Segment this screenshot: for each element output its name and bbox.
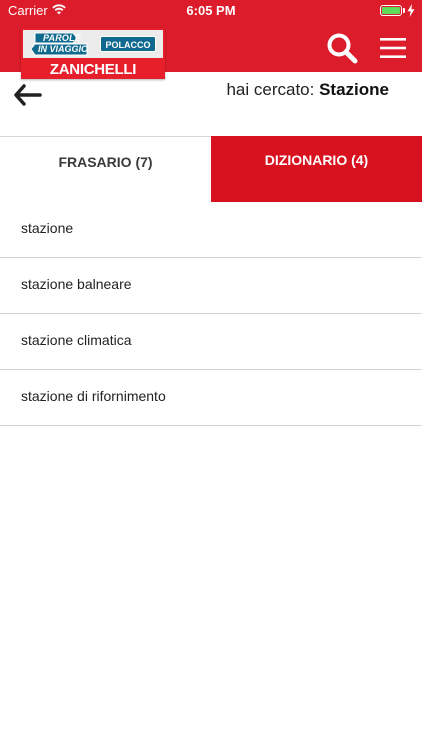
road-sign-logo-shape: PAROLE IN VIAGGIO [29, 32, 92, 57]
results-list: stazione stazione balneare stazione clim… [0, 202, 422, 426]
app-logo[interactable]: PAROLE IN VIAGGIO POLACCO ZANICHELLI [21, 28, 165, 79]
list-item[interactable]: stazione di rifornimento [0, 370, 422, 426]
list-item[interactable]: stazione balneare [0, 258, 422, 314]
arrow-left-icon[interactable] [14, 84, 42, 106]
tab-bar: FRASARIO (7) DIZIONARIO (4) [0, 136, 422, 202]
list-item[interactable]: stazione [0, 202, 422, 258]
logo-line-1: PAROLE [43, 33, 82, 43]
tab-dizionario[interactable]: DIZIONARIO (4) [211, 136, 422, 202]
search-prefix: hai cercato: [226, 80, 315, 99]
search-icon[interactable] [326, 32, 358, 64]
charging-icon [407, 4, 415, 17]
logo-line-2: IN VIAGGIO [38, 44, 89, 54]
battery-icon [380, 5, 402, 16]
search-term: Stazione [319, 80, 389, 99]
app-header: Carrier 6:05 PM PAROLE IN VIAGGIO POLACC… [0, 0, 422, 79]
menu-icon[interactable] [380, 37, 406, 59]
status-time: 6:05 PM [186, 3, 236, 18]
tab-frasario[interactable]: FRASARIO (7) [0, 136, 211, 202]
logo-brand: ZANICHELLI [49, 61, 137, 78]
logo-language-badge: POLACCO [100, 36, 156, 52]
search-summary: hai cercato: Stazione [226, 80, 389, 100]
status-bar: Carrier 6:05 PM [0, 0, 422, 22]
list-item[interactable]: stazione climatica [0, 314, 422, 370]
